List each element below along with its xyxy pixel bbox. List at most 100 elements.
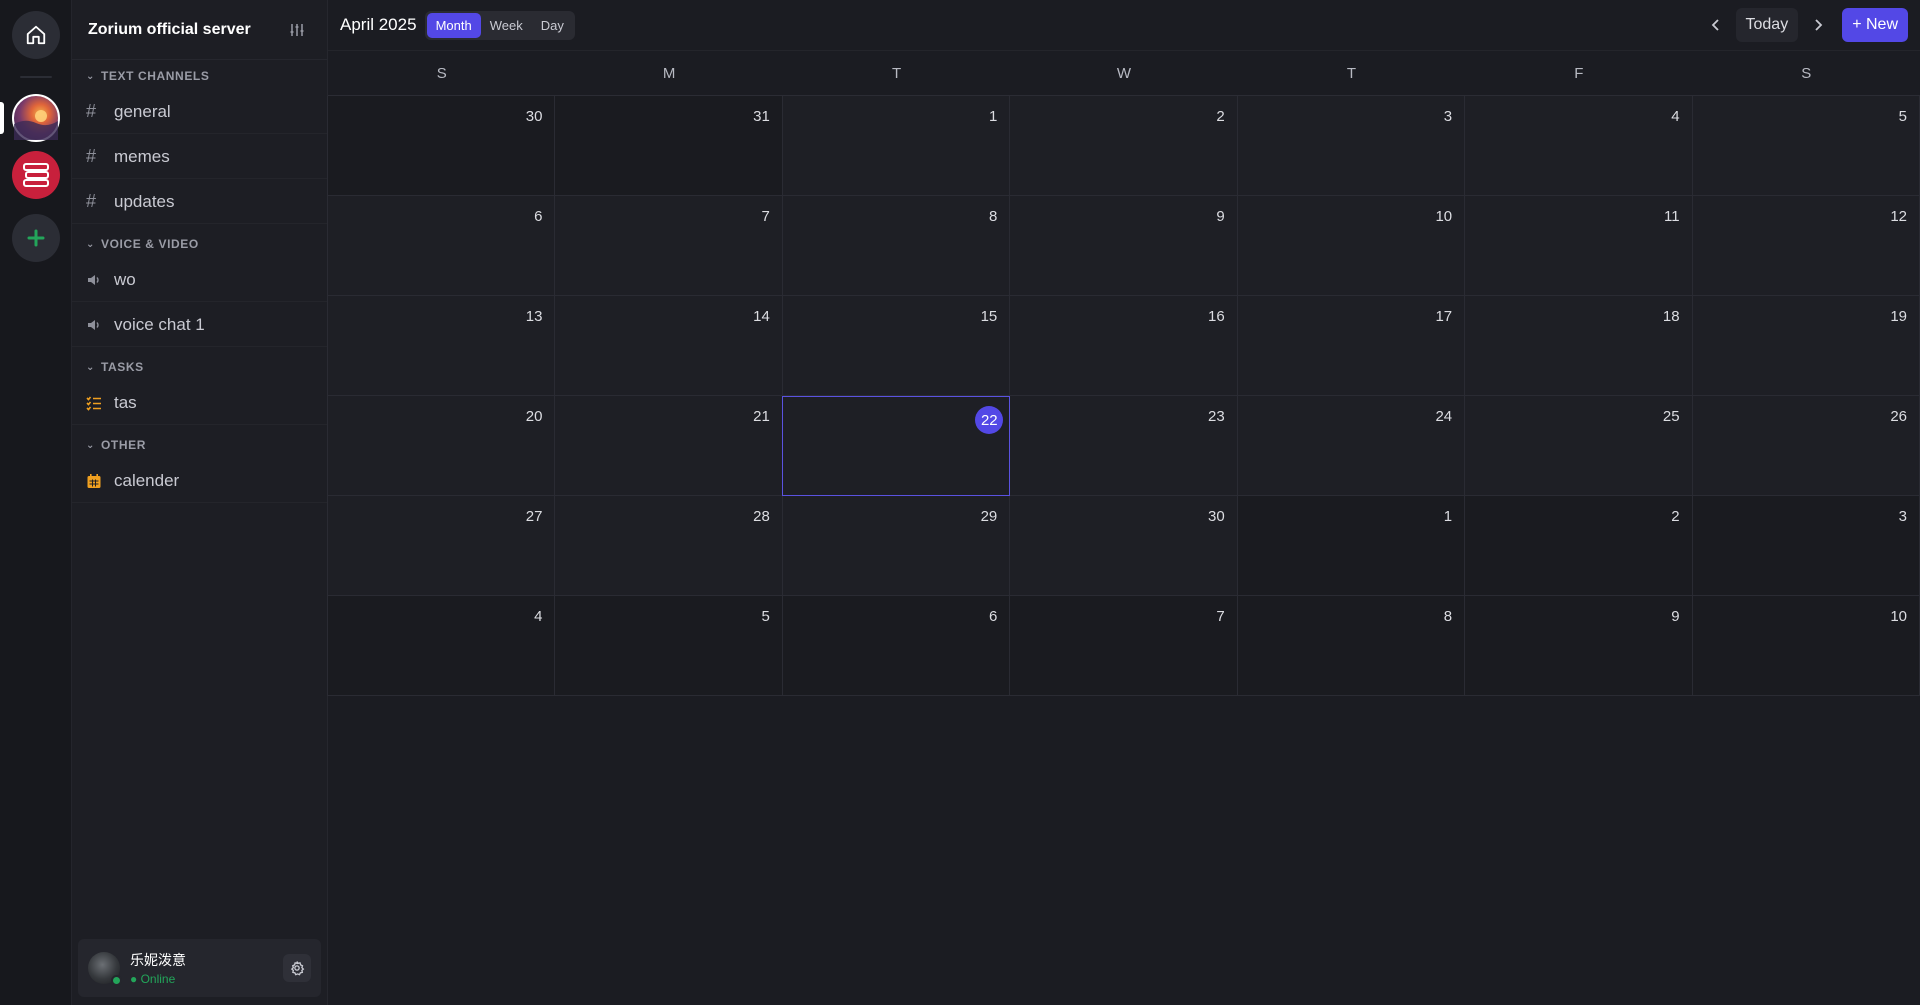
day-number: 6 (988, 608, 998, 625)
day-cell[interactable]: 12 (1691, 196, 1920, 296)
channel-label: memes (114, 146, 170, 166)
day-cell[interactable]: 6 (781, 596, 1011, 696)
day-number: 26 (1890, 408, 1907, 425)
day-cell[interactable]: 30 (1009, 496, 1238, 596)
task-list-icon (86, 395, 108, 411)
channel-updates[interactable]: # updates (72, 180, 327, 224)
day-cell[interactable]: 10 (1236, 196, 1466, 296)
day-cell[interactable]: 3 (1236, 96, 1466, 196)
day-number: 28 (753, 508, 770, 525)
view-month-button[interactable]: Month (426, 12, 481, 38)
day-number: 5 (1898, 108, 1907, 125)
channel-memes[interactable]: # memes (72, 135, 327, 179)
day-cell[interactable]: 27 (327, 496, 556, 596)
day-cell[interactable]: 29 (781, 496, 1011, 596)
channel-calender[interactable]: calender (72, 459, 327, 503)
user-status: ● Online (130, 972, 176, 986)
day-cell[interactable]: 4 (1464, 96, 1693, 196)
channel-general[interactable]: # general (72, 90, 327, 134)
day-cell[interactable]: 24 (1236, 396, 1466, 496)
day-cell[interactable]: 2 (1464, 496, 1693, 596)
view-switcher: Month Week Day (424, 10, 575, 40)
server-icon-zorium[interactable] (12, 94, 60, 142)
next-month-button[interactable] (1802, 9, 1834, 41)
day-number: 7 (761, 208, 770, 225)
day-cell[interactable]: 21 (554, 396, 783, 496)
day-cell[interactable]: 9 (1464, 596, 1693, 696)
day-number: 9 (1216, 208, 1225, 225)
day-cell[interactable]: 8 (781, 196, 1011, 296)
day-cell[interactable]: 13 (327, 296, 556, 396)
day-cell[interactable]: 4 (327, 596, 556, 696)
day-number: 30 (525, 108, 543, 125)
day-cell[interactable]: 7 (554, 196, 783, 296)
channel-label: general (114, 101, 171, 121)
user-panel: 乐妮泼意 ● Online (78, 939, 321, 997)
channel-tas[interactable]: tas (72, 381, 327, 425)
avatar[interactable] (88, 952, 122, 986)
day-cell[interactable]: 14 (554, 296, 783, 396)
day-cell[interactable]: 18 (1464, 296, 1693, 396)
view-day-button[interactable]: Day (532, 13, 573, 38)
today-button[interactable]: Today (1735, 8, 1799, 42)
day-cell[interactable]: 30 (327, 96, 556, 196)
day-cell[interactable]: 3 (1691, 496, 1920, 596)
day-cell[interactable]: 7 (1009, 596, 1238, 696)
server-header[interactable]: Zorium official server (72, 0, 327, 60)
day-cell[interactable]: 6 (327, 196, 556, 296)
day-cell[interactable]: 10 (1691, 596, 1920, 696)
category-label: TEXT CHANNELS (100, 69, 210, 83)
previous-month-button[interactable] (1700, 9, 1732, 41)
category-text-channels[interactable]: ⌄ TEXT CHANNELS (72, 63, 327, 89)
day-cell[interactable]: 1 (781, 96, 1011, 196)
new-event-button[interactable]: + New (1842, 8, 1908, 42)
active-server-indicator (0, 102, 4, 134)
category-tasks[interactable]: ⌄ TASKS (72, 354, 327, 380)
day-number: 27 (525, 508, 543, 525)
category-voice-video[interactable]: ⌄ VOICE & VIDEO (72, 231, 327, 257)
day-cell[interactable]: 2 (1009, 96, 1238, 196)
day-cell[interactable]: 1 (1236, 496, 1466, 596)
day-number: 13 (525, 308, 543, 325)
day-cell-today[interactable]: 22 (781, 396, 1011, 496)
channel-voice-chat-1[interactable]: voice chat 1 (72, 303, 327, 347)
weekday-label: W (1116, 64, 1132, 82)
online-status-dot (111, 975, 122, 986)
day-number: 29 (980, 508, 998, 525)
day-cell[interactable]: 11 (1464, 196, 1693, 296)
channel-wo[interactable]: wo (72, 258, 327, 302)
day-cell[interactable]: 20 (327, 396, 556, 496)
chevron-down-icon: ⌄ (86, 70, 95, 82)
day-cell[interactable]: 25 (1464, 396, 1693, 496)
day-cell[interactable]: 16 (1009, 296, 1238, 396)
day-cell[interactable]: 8 (1236, 596, 1466, 696)
user-settings-button[interactable] (283, 954, 311, 982)
day-number: 16 (1208, 308, 1225, 325)
weekday-label: T (1346, 64, 1356, 82)
view-week-button[interactable]: Week (481, 13, 532, 38)
category-label: OTHER (100, 438, 146, 452)
day-cell[interactable]: 19 (1691, 296, 1920, 396)
day-cell[interactable]: 17 (1236, 296, 1466, 396)
day-number: 19 (1890, 308, 1907, 325)
day-number: 12 (1890, 208, 1907, 225)
day-number: 30 (1208, 508, 1225, 525)
speaker-icon (86, 317, 108, 333)
server-icon-books[interactable] (12, 151, 60, 199)
day-cell[interactable]: 31 (554, 96, 783, 196)
day-number: 10 (1435, 208, 1453, 225)
rail-divider (20, 76, 52, 78)
day-number: 7 (1216, 608, 1225, 625)
server-settings-button[interactable] (285, 18, 309, 42)
day-cell[interactable]: 5 (554, 596, 783, 696)
day-cell[interactable]: 5 (1691, 96, 1920, 196)
day-cell[interactable]: 28 (554, 496, 783, 596)
day-cell[interactable]: 15 (781, 296, 1011, 396)
add-server-button[interactable] (12, 214, 60, 262)
day-cell[interactable]: 26 (1691, 396, 1920, 496)
category-other[interactable]: ⌄ OTHER (72, 432, 327, 458)
day-cell[interactable]: 9 (1009, 196, 1238, 296)
home-button[interactable] (12, 11, 60, 59)
day-number: 4 (1671, 108, 1680, 125)
day-cell[interactable]: 23 (1009, 396, 1238, 496)
